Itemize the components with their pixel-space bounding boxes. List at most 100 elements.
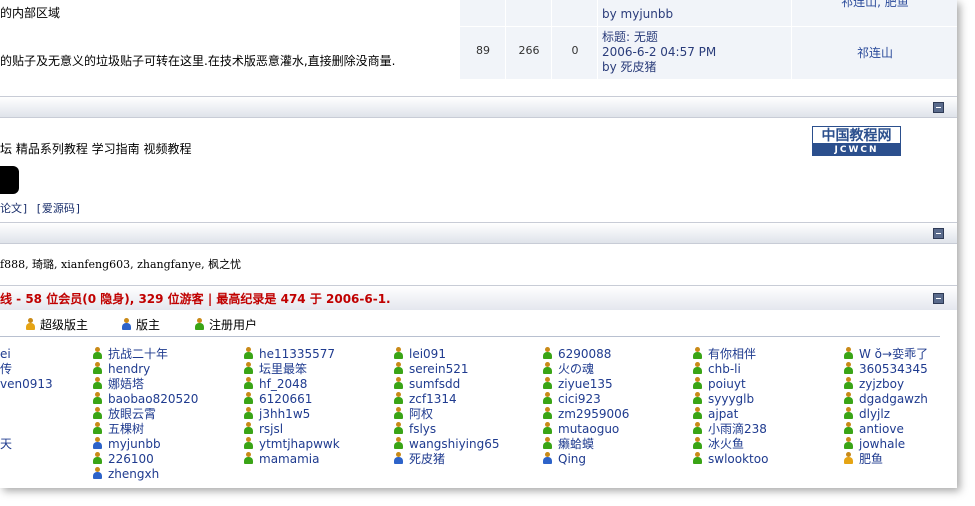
online-user[interactable] — [0, 407, 53, 422]
collapse-icon[interactable] — [933, 228, 944, 239]
online-user[interactable]: lei091 — [394, 347, 500, 362]
user-name: zhengxh — [108, 467, 160, 481]
online-user[interactable] — [0, 392, 53, 407]
online-user[interactable]: hf_2048 — [244, 377, 340, 392]
user-legend: 超级版主 版主 注册用户 — [0, 312, 940, 337]
online-user[interactable]: dlyjlz — [844, 407, 928, 422]
moderator-icon — [394, 452, 403, 464]
user-name: he11335577 — [259, 347, 336, 361]
user-column: ei 传 ven0913 天 — [0, 347, 53, 452]
online-user[interactable]: antiove — [844, 422, 928, 437]
last-post-author[interactable]: by myjunbb — [602, 7, 673, 22]
user-name: zcf1314 — [409, 392, 457, 406]
member-icon — [543, 422, 552, 434]
online-user[interactable]: serein521 — [394, 362, 500, 377]
member-icon — [244, 407, 253, 419]
online-user[interactable]: syyyglb — [693, 392, 768, 407]
last-post-time: 2006-6-2 04:57 PM — [602, 45, 717, 59]
user-name: 传 — [0, 362, 13, 376]
last-post-author[interactable]: by 死皮猪 — [602, 60, 791, 75]
birthday-list[interactable]: f888, 琦璐, xianfeng603, zhangfanye, 枫之忧 — [0, 256, 241, 272]
moderator-link[interactable]: 祁连山, 肥鱼 — [841, 0, 909, 9]
online-user[interactable]: 天 — [0, 437, 53, 452]
nav-links[interactable]: 坛 精品系列教程 学习指南 视频教程 — [0, 140, 191, 157]
last-post-cell: by myjunbb — [597, 0, 791, 26]
online-user[interactable]: 阿权 — [394, 407, 500, 422]
legend-label: 注册用户 — [209, 318, 258, 332]
online-user[interactable]: 火の魂 — [543, 362, 629, 377]
member-icon — [543, 437, 552, 449]
member-icon — [693, 377, 702, 389]
online-user[interactable]: cici923 — [543, 392, 629, 407]
online-user[interactable]: 传 — [0, 362, 53, 377]
user-name: cici923 — [558, 392, 601, 406]
online-user[interactable]: chb-li — [693, 362, 768, 377]
online-user[interactable]: zm2959006 — [543, 407, 629, 422]
online-user[interactable]: fslys — [394, 422, 500, 437]
online-user[interactable] — [0, 422, 53, 437]
online-user[interactable]: 娜娪塔 — [93, 377, 198, 392]
online-user[interactable]: 癞蛤蟆 — [543, 437, 629, 452]
online-user[interactable]: 小雨滴238 — [693, 422, 768, 437]
user-name: 坛里最笨 — [259, 362, 308, 376]
online-user[interactable]: ei — [0, 347, 53, 362]
user-name: 放眼云霄 — [108, 407, 157, 421]
online-user[interactable]: ven0913 — [0, 377, 53, 392]
online-user[interactable]: 坛里最笨 — [244, 362, 340, 377]
online-user[interactable]: 五棵树 — [93, 422, 198, 437]
black-banner-image[interactable] — [0, 166, 19, 194]
user-name: 肥鱼 — [859, 452, 884, 466]
user-name: wangshiying65 — [409, 437, 500, 451]
online-user[interactable]: jowhale — [844, 437, 928, 452]
online-user[interactable]: 有你相伴 — [693, 347, 768, 362]
online-user[interactable]: swlooktoo — [693, 452, 768, 467]
collapse-icon[interactable] — [933, 293, 944, 304]
online-user[interactable]: ytmtjhapwwk — [244, 437, 340, 452]
moderator-link[interactable]: 祁连山 — [857, 46, 893, 60]
online-user[interactable]: myjunbb — [93, 437, 198, 452]
online-user[interactable]: 6290088 — [543, 347, 629, 362]
online-user[interactable]: zyjzboy — [844, 377, 928, 392]
today-count: 0 — [571, 44, 579, 57]
online-user[interactable]: Qing — [543, 452, 629, 467]
online-user[interactable]: 放眼云霄 — [93, 407, 198, 422]
moderator-icon — [122, 318, 131, 330]
post-count-cell — [505, 0, 552, 26]
online-user[interactable]: ziyue135 — [543, 377, 629, 392]
member-icon — [93, 407, 102, 419]
online-user[interactable]: 死皮猪 — [394, 452, 500, 467]
online-user[interactable]: mamamia — [244, 452, 340, 467]
online-user[interactable]: zcf1314 — [394, 392, 500, 407]
member-icon — [693, 437, 702, 449]
online-user[interactable]: 抗战二十年 — [93, 347, 198, 362]
online-user[interactable]: poiuyt — [693, 377, 768, 392]
online-user[interactable]: 6120661 — [244, 392, 340, 407]
online-user[interactable]: 冰火鱼 — [693, 437, 768, 452]
online-user[interactable]: mutaoguo — [543, 422, 629, 437]
online-user[interactable]: wangshiying65 — [394, 437, 500, 452]
online-user[interactable]: he11335577 — [244, 347, 340, 362]
online-user[interactable]: j3hh1w5 — [244, 407, 340, 422]
user-name: ziyue135 — [558, 377, 613, 391]
online-user[interactable]: baobao820520 — [93, 392, 198, 407]
user-name: ytmtjhapwwk — [259, 437, 340, 451]
partner-links[interactable]: 论文] [爱源码] — [0, 200, 82, 216]
user-name: 抗战二十年 — [108, 347, 169, 361]
collapse-icon[interactable] — [933, 102, 944, 113]
online-user[interactable]: zhengxh — [93, 467, 198, 482]
online-user[interactable]: hendry — [93, 362, 198, 377]
online-user[interactable]: 360534345 — [844, 362, 928, 377]
user-name: baobao820520 — [108, 392, 199, 406]
online-user[interactable]: 肥鱼 — [844, 452, 928, 467]
online-user[interactable]: 226100 — [93, 452, 198, 467]
online-user[interactable]: ajpat — [693, 407, 768, 422]
forum-description: 的贴子及无意义的垃圾贴子可转在这里.在技术版恶意灌水,直接删除没商量. — [0, 54, 396, 68]
online-user[interactable]: sumfsdd — [394, 377, 500, 392]
online-user[interactable]: W ŏ→娈乖了 — [844, 347, 928, 362]
site-logo[interactable]: 中国教程网 JCWCN — [812, 126, 901, 156]
moderator-cell: 祁连山, 肥鱼 — [791, 0, 957, 26]
online-user[interactable]: rsjsl — [244, 422, 340, 437]
online-user[interactable]: dgadgawzh — [844, 392, 928, 407]
member-icon — [693, 452, 702, 464]
last-post-title[interactable]: 标题: 无题 — [602, 30, 791, 45]
